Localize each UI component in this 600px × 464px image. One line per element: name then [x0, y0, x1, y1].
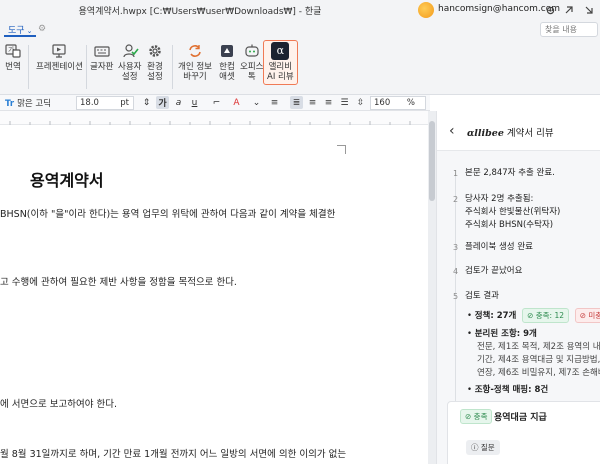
format-toolbar: Tr 맑은 고딕 18.0 pt ⇕ 가 𝘢 u ⌐ A ⌄ ≡ ≣ ≡ ≡ ☰ …	[0, 95, 430, 111]
gear-icon	[146, 42, 164, 60]
italic-icon[interactable]: 𝘢	[172, 96, 185, 109]
clauses-summary: • 분리된 조항: 9개	[467, 329, 537, 339]
user-check-icon	[121, 42, 139, 60]
refresh-icon	[186, 42, 204, 60]
pass-count-badge: ⊘ 충족: 12	[522, 308, 570, 323]
contract-review-panel: ‹ αllibee 계약서 리뷰 1 본문 2,847자 추출 완료. 2 당사자…	[436, 111, 600, 464]
preferences-sub: 설정	[147, 72, 163, 82]
hancom-asset-sub: 애셋	[219, 72, 235, 82]
document-line: BHSN(이하 "을"이라 한다)는 용역 업무의 위탁에 관하여 다음과 같이…	[0, 209, 336, 220]
align-justify-icon[interactable]: ≣	[290, 96, 303, 109]
tab-tool[interactable]: 도구 ⌄	[4, 23, 37, 37]
preferences-label: 환경	[147, 62, 163, 72]
align-left-icon[interactable]: ≡	[268, 96, 281, 109]
menu-row: 도구 ⌄ ⚙	[0, 22, 600, 39]
avatar[interactable]	[418, 2, 434, 18]
translate-icon: 가	[4, 42, 22, 60]
ribbon-toolbar: 가 번역 프레젠테이션 글자판 사용자 설정 환경 설정 개인 정보 바꾸기 한…	[0, 39, 600, 95]
font-select[interactable]: Tr 맑은 고딕	[3, 96, 71, 110]
policies-summary: • 정책: 27개 ⊘ 충족: 12 ⊘ 미충족	[467, 308, 600, 323]
clause-list-line: 기간, 제4조 용역대금 및 지급방법, 제	[477, 355, 600, 365]
change-personal-info-sub: 바꾸기	[183, 72, 207, 82]
align-right-icon[interactable]: ≡	[322, 96, 335, 109]
line-spacing-icon[interactable]: ⇳	[354, 96, 367, 109]
hancom-asset-button[interactable]: 한컴 애셋	[218, 42, 236, 82]
highlight-icon[interactable]: ⌄	[250, 96, 263, 109]
scrollbar-thumb[interactable]	[429, 121, 435, 201]
title-bar: 용역계약서.hwpx [C:₩Users₩user₩Downloads₩] - …	[0, 0, 600, 22]
allibee-ai-review-button[interactable]: α 앨리비 AI 리뷰	[263, 40, 298, 85]
tab-tool-label: 도구	[8, 26, 25, 36]
ruler-ticks	[9, 121, 411, 125]
size-adjust-icon[interactable]: ⇕	[140, 96, 153, 109]
presentation-button[interactable]: 프레젠테이션	[36, 42, 83, 72]
robot-icon	[243, 42, 261, 60]
search-input[interactable]	[540, 22, 598, 37]
review-result-card[interactable]: ⊘ 충족 용역대금 지급 ⓘ 질문	[447, 401, 600, 464]
text-color-icon[interactable]: A	[230, 96, 243, 109]
account-email[interactable]: hancomsign@hancom.com	[438, 4, 560, 14]
ai-review-label: 앨리비	[268, 62, 293, 72]
document-area[interactable]: 용역계약서 BHSN(이하 "을"이라 한다)는 용역 업무의 위탁에 관하여 …	[0, 111, 428, 464]
distribute-icon[interactable]: ☰	[338, 96, 351, 109]
change-personal-info-label: 개인 정보	[178, 62, 212, 72]
keyboard-button[interactable]: 글자판	[90, 42, 113, 72]
keyboard-label: 글자판	[90, 62, 114, 72]
office-talk-label: 오피스	[240, 62, 264, 72]
document-line: 고 수행에 관하여 필요한 제반 사항을 정함을 목적으로 한다.	[0, 277, 237, 288]
pass-badge: ⊘ 충족	[460, 409, 493, 424]
chevron-down-icon: ⌄	[26, 27, 33, 35]
minimize-icon[interactable]	[562, 3, 576, 17]
document-scrollbar[interactable]	[428, 111, 436, 464]
panel-title: αllibee 계약서 리뷰	[467, 125, 554, 139]
document-line: 월 8월 31일까지로 하며, 기간 만료 1개월 전까지 어느 일방의 서면에…	[0, 449, 347, 460]
document-line: 에 서면으로 보고하여야 한다.	[0, 399, 117, 410]
underline-icon[interactable]: u	[188, 96, 201, 109]
panel-title-text: 계약서 리뷰	[506, 128, 554, 139]
translate-button[interactable]: 가 번역	[4, 42, 22, 72]
divider	[28, 45, 29, 89]
change-personal-info-button[interactable]: 개인 정보 바꾸기	[178, 42, 212, 82]
question-badge[interactable]: ⓘ 질문	[466, 440, 500, 455]
translate-label: 번역	[5, 62, 21, 72]
ai-review-icon: α	[271, 42, 290, 60]
mapping-summary: • 조항-정책 매핑: 8건	[467, 385, 549, 395]
align-center-icon[interactable]: ≡	[306, 96, 319, 109]
user-settings-sub: 설정	[121, 72, 138, 82]
font-name: 맑은 고딕	[17, 99, 52, 109]
asset-icon	[218, 42, 236, 60]
quick-access-icon[interactable]: ⚙	[38, 24, 46, 34]
ai-review-sub: AI 리뷰	[267, 72, 294, 82]
user-settings-button[interactable]: 사용자 설정	[118, 42, 141, 82]
window-options-icon[interactable]	[582, 3, 596, 17]
back-arrow-icon[interactable]: ‹	[449, 123, 455, 139]
clause-list-line: 연장, 제6조 비밀유지, 제7조 손해배상	[477, 368, 600, 378]
bold-button[interactable]: 가	[156, 96, 169, 109]
office-talk-sub: 톡	[247, 72, 256, 82]
panel-header: ‹ αllibee 계약서 리뷰	[437, 111, 600, 151]
divider	[86, 45, 87, 89]
page-corner-mark	[337, 145, 346, 154]
ruler	[0, 111, 428, 125]
card-title: 용역대금 지급	[494, 413, 547, 423]
keyboard-icon	[93, 42, 111, 60]
presentation-label: 프레젠테이션	[36, 62, 83, 72]
zoom-select[interactable]: 160 %	[370, 96, 426, 110]
clause-list-line: 전문, 제1조 목적, 제2조 용역의 내용,	[477, 342, 600, 352]
hancom-asset-label: 한컴	[219, 62, 235, 72]
strikethrough-icon[interactable]: ⌐	[210, 96, 223, 109]
presentation-icon	[50, 42, 68, 60]
timeline-line	[455, 173, 456, 403]
fail-count-badge: ⊘ 미충족	[574, 308, 600, 323]
preferences-button[interactable]: 환경 설정	[146, 42, 164, 82]
settings-icon[interactable]	[543, 3, 557, 17]
document-heading: 용역계약서	[30, 171, 104, 190]
font-size-select[interactable]: 18.0 pt	[76, 96, 134, 110]
user-settings-label: 사용자	[118, 62, 142, 72]
office-talk-button[interactable]: 오피스 톡	[240, 42, 263, 82]
allibee-logo: αllibee	[467, 128, 504, 139]
window-title: 용역계약서.hwpx [C:₩Users₩user₩Downloads₩] - …	[78, 7, 322, 17]
divider	[172, 45, 173, 89]
